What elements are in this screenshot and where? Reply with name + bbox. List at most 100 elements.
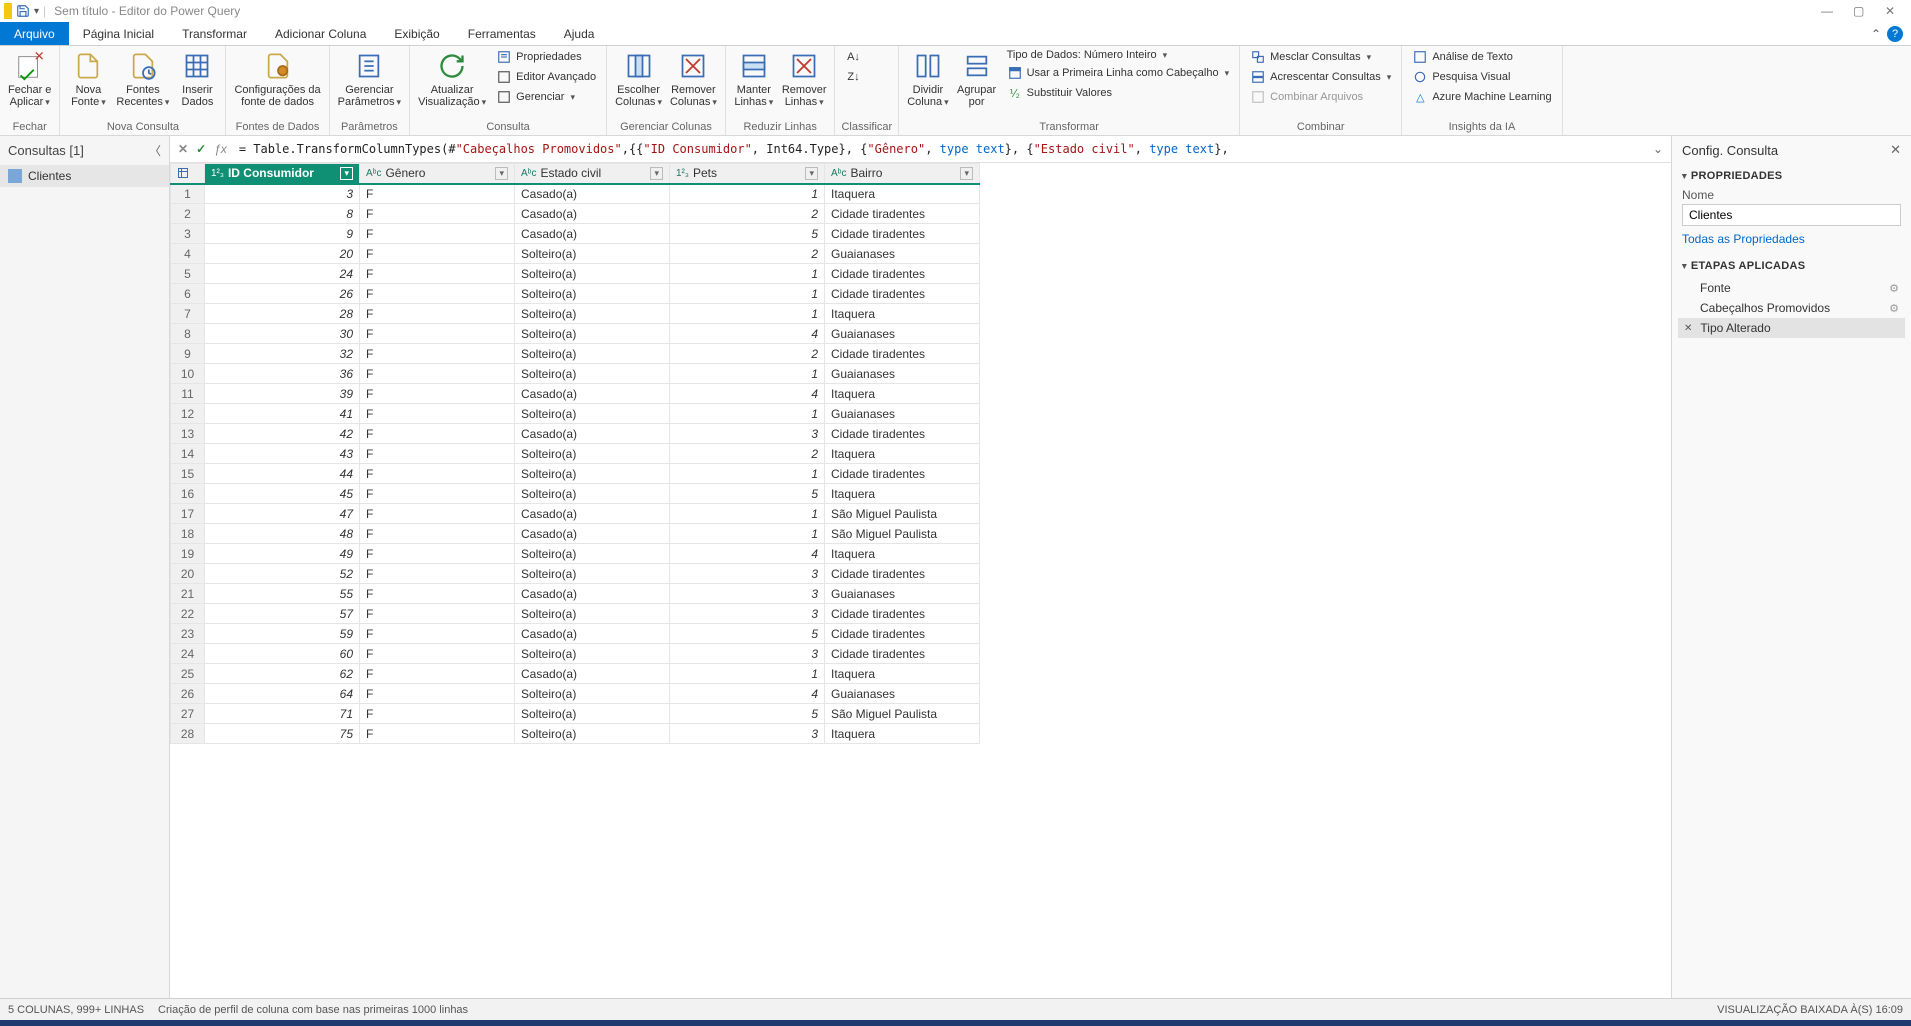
cell-pets[interactable]: 3 xyxy=(670,424,825,444)
cell-pets[interactable]: 1 xyxy=(670,184,825,204)
cell-genero[interactable]: F xyxy=(360,564,515,584)
dividir-coluna-button[interactable]: Dividir Coluna xyxy=(905,48,950,108)
atualizar-visualizacao-button[interactable]: Atualizar Visualização xyxy=(416,48,488,108)
step-tipo-alterado[interactable]: Tipo Alterado xyxy=(1678,318,1905,338)
pesquisa-visual-button[interactable]: Pesquisa Visual xyxy=(1408,68,1555,86)
cell-estado-civil[interactable]: Solteiro(a) xyxy=(515,564,670,584)
table-row[interactable]: 932FSolteiro(a)2Cidade tiradentes xyxy=(171,344,980,364)
cell-genero[interactable]: F xyxy=(360,304,515,324)
cell-genero[interactable]: F xyxy=(360,404,515,424)
cell-pets[interactable]: 3 xyxy=(670,724,825,744)
cell-id[interactable]: 28 xyxy=(205,304,360,324)
cell-bairro[interactable]: Itaquera xyxy=(825,384,980,404)
cell-bairro[interactable]: Itaquera xyxy=(825,184,980,204)
row-number[interactable]: 6 xyxy=(171,284,205,304)
table-row[interactable]: 28FCasado(a)2Cidade tiradentes xyxy=(171,204,980,224)
cell-bairro[interactable]: Cidade tiradentes xyxy=(825,264,980,284)
row-number[interactable]: 16 xyxy=(171,484,205,504)
minimize-button[interactable]: — xyxy=(1821,4,1835,18)
cell-estado-civil[interactable]: Solteiro(a) xyxy=(515,644,670,664)
properties-section-header[interactable]: PROPRIEDADES xyxy=(1672,164,1911,188)
cell-genero[interactable]: F xyxy=(360,244,515,264)
cell-genero[interactable]: F xyxy=(360,324,515,344)
query-name-input[interactable] xyxy=(1682,204,1901,226)
filter-icon[interactable]: ▾ xyxy=(340,167,353,180)
table-row[interactable]: 2155FCasado(a)3Guaianases xyxy=(171,584,980,604)
cell-bairro[interactable]: Cidade tiradentes xyxy=(825,624,980,644)
cell-id[interactable]: 59 xyxy=(205,624,360,644)
table-row[interactable]: 1645FSolteiro(a)5Itaquera xyxy=(171,484,980,504)
cell-id[interactable]: 32 xyxy=(205,344,360,364)
table-row[interactable]: 1036FSolteiro(a)1Guaianases xyxy=(171,364,980,384)
row-number[interactable]: 2 xyxy=(171,204,205,224)
collapse-ribbon-icon[interactable]: ⌃ xyxy=(1871,27,1881,41)
propriedades-button[interactable]: Propriedades xyxy=(492,48,600,66)
cell-id[interactable]: 24 xyxy=(205,264,360,284)
table-row[interactable]: 2875FSolteiro(a)3Itaquera xyxy=(171,724,980,744)
cell-genero[interactable]: F xyxy=(360,524,515,544)
cell-id[interactable]: 60 xyxy=(205,644,360,664)
close-button[interactable]: ✕ xyxy=(1885,4,1899,18)
fontes-recentes-button[interactable]: Fontes Recentes xyxy=(114,48,171,108)
cell-pets[interactable]: 1 xyxy=(670,304,825,324)
gerenciar-parametros-button[interactable]: Gerenciar Parâmetros xyxy=(336,48,403,108)
cell-estado-civil[interactable]: Casado(a) xyxy=(515,224,670,244)
cell-bairro[interactable]: Cidade tiradentes xyxy=(825,464,980,484)
table-row[interactable]: 2052FSolteiro(a)3Cidade tiradentes xyxy=(171,564,980,584)
cell-estado-civil[interactable]: Solteiro(a) xyxy=(515,344,670,364)
row-number[interactable]: 26 xyxy=(171,684,205,704)
all-properties-link[interactable]: Todas as Propriedades xyxy=(1682,232,1805,246)
cell-estado-civil[interactable]: Casado(a) xyxy=(515,584,670,604)
cell-genero[interactable]: F xyxy=(360,484,515,504)
substituir-valores-button[interactable]: ⅟₂Substituir Valores xyxy=(1003,84,1234,102)
cell-pets[interactable]: 1 xyxy=(670,504,825,524)
cell-estado-civil[interactable]: Casado(a) xyxy=(515,524,670,544)
cell-id[interactable]: 47 xyxy=(205,504,360,524)
cell-id[interactable]: 45 xyxy=(205,484,360,504)
cell-estado-civil[interactable]: Casado(a) xyxy=(515,384,670,404)
step-fonte[interactable]: Fonte⚙ xyxy=(1678,278,1905,298)
cell-pets[interactable]: 1 xyxy=(670,524,825,544)
filter-icon[interactable]: ▾ xyxy=(960,167,973,180)
applied-steps-section-header[interactable]: ETAPAS APLICADAS xyxy=(1672,254,1911,278)
cell-genero[interactable]: F xyxy=(360,284,515,304)
cell-id[interactable]: 64 xyxy=(205,684,360,704)
query-item-clientes[interactable]: Clientes xyxy=(0,165,169,187)
cell-pets[interactable]: 1 xyxy=(670,364,825,384)
cell-estado-civil[interactable]: Casado(a) xyxy=(515,504,670,524)
cell-genero[interactable]: F xyxy=(360,264,515,284)
cell-estado-civil[interactable]: Solteiro(a) xyxy=(515,404,670,424)
table-row[interactable]: 1443FSolteiro(a)2Itaquera xyxy=(171,444,980,464)
gear-icon[interactable]: ⚙ xyxy=(1889,302,1899,315)
col-header-estado-civil[interactable]: AᵇcEstado civil▾ xyxy=(515,164,670,184)
collapse-queries-icon[interactable]: 〈 xyxy=(149,142,161,159)
filter-icon[interactable]: ▾ xyxy=(495,167,508,180)
cell-id[interactable]: 9 xyxy=(205,224,360,244)
row-number[interactable]: 19 xyxy=(171,544,205,564)
cell-estado-civil[interactable]: Solteiro(a) xyxy=(515,544,670,564)
close-apply-button[interactable]: ✕ Fechar e Aplicar xyxy=(6,48,53,108)
cell-bairro[interactable]: Cidade tiradentes xyxy=(825,224,980,244)
col-header-bairro[interactable]: AᵇcBairro▾ xyxy=(825,164,980,184)
row-number[interactable]: 28 xyxy=(171,724,205,744)
cell-bairro[interactable]: São Miguel Paulista xyxy=(825,524,980,544)
cell-bairro[interactable]: Itaquera xyxy=(825,544,980,564)
save-icon[interactable] xyxy=(16,4,30,18)
table-row[interactable]: 1848FCasado(a)1São Miguel Paulista xyxy=(171,524,980,544)
cell-genero[interactable]: F xyxy=(360,184,515,204)
row-number[interactable]: 25 xyxy=(171,664,205,684)
escolher-colunas-button[interactable]: Escolher Colunas xyxy=(613,48,664,108)
row-number[interactable]: 21 xyxy=(171,584,205,604)
cell-bairro[interactable]: Guaianases xyxy=(825,584,980,604)
cancel-formula-icon[interactable]: ✕ xyxy=(178,142,188,156)
cell-pets[interactable]: 2 xyxy=(670,344,825,364)
cell-id[interactable]: 41 xyxy=(205,404,360,424)
table-row[interactable]: 1139FCasado(a)4Itaquera xyxy=(171,384,980,404)
cell-id[interactable]: 75 xyxy=(205,724,360,744)
step-cabecalhos-promovidos[interactable]: Cabeçalhos Promovidos⚙ xyxy=(1678,298,1905,318)
cell-pets[interactable]: 2 xyxy=(670,444,825,464)
cell-genero[interactable]: F xyxy=(360,724,515,744)
table-row[interactable]: 2460FSolteiro(a)3Cidade tiradentes xyxy=(171,644,980,664)
cell-genero[interactable]: F xyxy=(360,704,515,724)
table-row[interactable]: 1342FCasado(a)3Cidade tiradentes xyxy=(171,424,980,444)
